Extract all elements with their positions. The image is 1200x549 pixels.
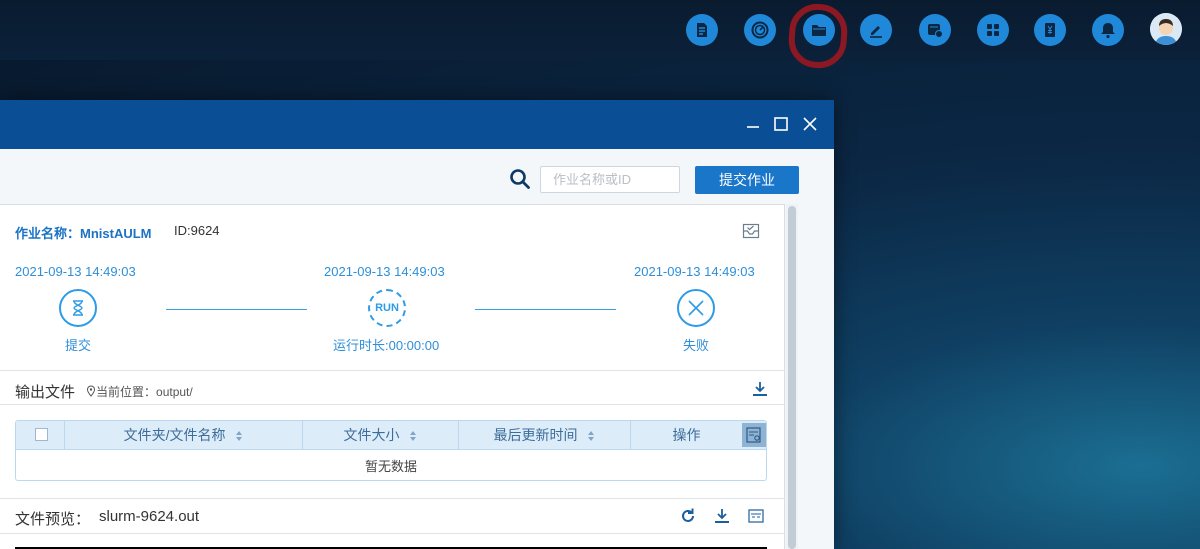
step-connector [475,309,616,310]
job-name-value: MnistAULM [80,226,152,241]
document-edit-icon[interactable] [686,14,718,46]
top-navigation-bar [0,0,1200,70]
empty-state: 暂无数据 [364,459,417,474]
sort-icon[interactable] [587,430,595,442]
edit-icon[interactable] [860,14,892,46]
select-all-cell [16,421,65,449]
divider [0,370,785,371]
download-icon[interactable] [751,380,769,398]
scrollbar-thumb[interactable] [788,206,796,549]
schedule-icon[interactable] [919,14,951,46]
vertical-scrollbar[interactable] [786,204,798,549]
divider [0,498,785,499]
column-settings-icon[interactable] [742,423,766,447]
column-header-name[interactable]: 文件夹/文件名称 [65,421,303,449]
job-id: ID:9624 [174,223,220,238]
file-preview-name: slurm-9624.out [99,508,200,525]
highlight-annotation [786,2,850,70]
column-header-updated[interactable]: 最后更新时间 [459,421,631,449]
x-circle-icon [677,289,715,327]
column-header-size-label: 文件大小 [343,427,400,443]
divider [0,404,785,405]
mail-check-icon[interactable] [742,223,760,239]
column-header-actions-label: 操作 [672,427,701,443]
job-name: 作业名称：MnistAULM [15,223,152,242]
run-status-icon: RUN [368,289,406,327]
location-value: output/ [156,385,193,399]
step-submit-time: 2021-09-13 14:49:03 [15,264,136,279]
minimize-icon[interactable] [743,114,763,134]
download-icon[interactable] [713,507,731,525]
hourglass-icon [59,289,97,327]
column-header-updated-label: 最后更新时间 [493,427,578,443]
output-files-title: 输出文件 [15,384,76,401]
step-fail-time: 2021-09-13 14:49:03 [634,264,755,279]
step-run-label: 运行时长:00:00:00 [333,338,440,353]
location-pin-icon [86,385,96,397]
billing-yen-icon[interactable] [1034,14,1066,46]
close-icon[interactable] [800,114,820,134]
window-toolbar: 提交作业 [0,149,834,204]
file-table: 文件夹/文件名称 文件大小 最后更新时间 操作 暂无数据 [15,420,767,481]
maximize-icon[interactable] [771,114,791,134]
step-submit-label: 提交 [65,338,92,353]
column-header-actions: 操作 [631,421,742,449]
location-label: 当前位置： [96,385,157,399]
bell-icon[interactable] [1092,14,1124,46]
search-input[interactable] [540,166,680,193]
run-status-text: RUN [375,302,399,314]
sort-icon[interactable] [409,430,417,442]
submit-job-button[interactable]: 提交作业 [695,166,799,194]
fullscreen-preview-icon[interactable] [747,507,765,525]
sort-icon[interactable] [235,430,243,442]
search-icon[interactable] [509,168,531,190]
step-connector [166,309,307,310]
job-name-label: 作业名称： [15,226,81,241]
refresh-icon[interactable] [679,507,697,525]
select-all-checkbox[interactable] [35,428,48,441]
divider [0,533,785,534]
apps-grid-icon[interactable] [977,14,1009,46]
job-detail-panel: 作业名称：MnistAULM ID:9624 2021-09-13 14:49:… [0,204,785,549]
step-run-time: 2021-09-13 14:49:03 [324,264,445,279]
current-location: 当前位置：output/ [86,383,193,400]
avatar[interactable] [1150,13,1182,45]
column-header-name-label: 文件夹/文件名称 [123,427,226,443]
column-header-size[interactable]: 文件大小 [303,421,459,449]
job-detail-window: 提交作业 作业名称：MnistAULM ID:9624 2021-09-13 1… [0,100,834,549]
step-fail-label: 失败 [683,338,710,353]
table-header: 文件夹/文件名称 文件大小 最后更新时间 操作 [16,421,766,450]
file-preview-label: 文件预览： [15,511,91,528]
window-titlebar [0,100,834,149]
speedometer-icon[interactable] [744,14,776,46]
